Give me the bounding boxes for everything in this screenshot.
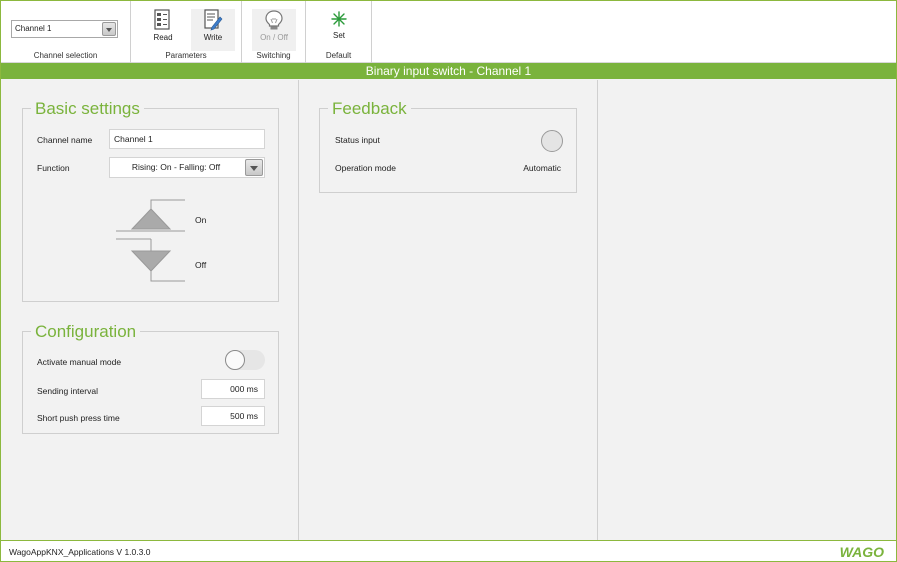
- sending-interval-label: Sending interval: [37, 386, 98, 396]
- sending-interval-field[interactable]: 000 ms: [201, 379, 265, 399]
- operation-mode-value: Automatic: [523, 163, 561, 173]
- feedback-legend: Feedback: [332, 99, 407, 118]
- channel-selection-caption: Channel selection: [33, 51, 98, 60]
- default-caption: Default: [325, 51, 352, 60]
- function-select[interactable]: Rising: On - Falling: Off: [109, 157, 265, 178]
- default-group: Set Default: [306, 1, 372, 63]
- channel-selection-group: Channel 1 Channel selection: [1, 1, 131, 63]
- parameters-group: Read Write Parameters: [131, 1, 242, 63]
- set-default-icon: [331, 11, 347, 27]
- read-parameters-button[interactable]: Read: [141, 9, 185, 51]
- channel-name-label: Channel name: [37, 135, 93, 145]
- toggle-knob: [225, 350, 245, 370]
- operation-mode-label: Operation mode: [335, 163, 396, 173]
- version-text: WagoAppKNX_Applications V 1.0.3.0: [9, 547, 151, 557]
- basic-settings-legend: Basic settings: [35, 99, 140, 118]
- parameters-caption: Parameters: [165, 51, 207, 60]
- onoff-switching-button[interactable]: On / Off: [252, 9, 296, 51]
- dropdown-arrow-icon[interactable]: [102, 22, 116, 36]
- write-parameters-icon: [204, 9, 223, 31]
- dropdown-arrow-icon[interactable]: [245, 159, 263, 176]
- channel-selection-dropdown[interactable]: Channel 1: [11, 20, 118, 38]
- middle-column: Feedback Status input Operation mode Aut…: [299, 80, 598, 540]
- diagram-on-label: On: [195, 215, 207, 225]
- lightbulb-icon: [265, 10, 283, 30]
- edge-diagram: [116, 199, 185, 282]
- function-select-value: Rising: On - Falling: Off: [131, 162, 221, 172]
- write-label: Write: [203, 33, 223, 42]
- switching-caption: Switching: [256, 51, 291, 60]
- onoff-label: On / Off: [260, 33, 288, 42]
- status-bar: WagoAppKNX_Applications V 1.0.3.0 WAGO: [1, 540, 896, 561]
- function-label: Function: [37, 163, 70, 173]
- diagram-off-label: Off: [195, 260, 207, 270]
- ribbon-toolbar: Channel 1 Channel selection Read Write P…: [1, 1, 896, 63]
- manual-mode-label: Activate manual mode: [37, 357, 122, 367]
- write-parameters-button[interactable]: Write: [191, 9, 235, 51]
- channel-name-field[interactable]: Channel 1: [109, 129, 265, 149]
- manual-mode-toggle[interactable]: [225, 350, 265, 370]
- read-parameters-icon: [154, 9, 170, 30]
- page-title: Binary input switch - Channel 1: [1, 63, 896, 79]
- right-column: [598, 80, 896, 540]
- switching-group: On / Off Switching: [242, 1, 306, 63]
- status-input-label: Status input: [335, 135, 380, 145]
- left-column: Basic settings Channel name Channel 1 Fu…: [1, 80, 299, 540]
- set-default-button[interactable]: Set: [317, 9, 361, 51]
- status-input-led: [541, 130, 563, 152]
- configuration-legend: Configuration: [35, 322, 137, 341]
- app-window: Channel 1 Channel selection Read Write P…: [0, 0, 897, 562]
- short-push-field[interactable]: 500 ms: [201, 406, 265, 426]
- feedback-panel: Feedback: [319, 100, 577, 193]
- wago-logo: WAGO: [839, 544, 884, 560]
- read-label: Read: [153, 33, 173, 42]
- channel-selection-value: Channel 1: [15, 24, 52, 33]
- short-push-label: Short push press time: [37, 413, 120, 423]
- set-label: Set: [332, 31, 345, 40]
